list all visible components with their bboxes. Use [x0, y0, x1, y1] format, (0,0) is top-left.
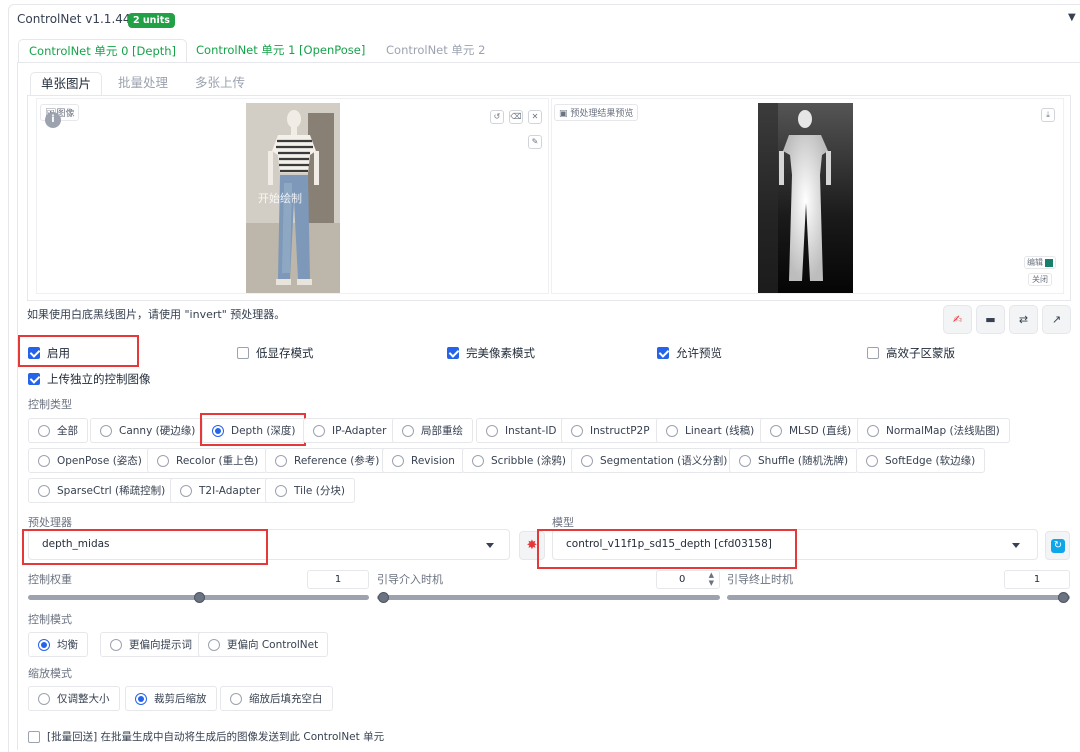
edit-button[interactable]: 编辑: [1024, 256, 1056, 269]
resize-mode-label: 缩放模式: [28, 667, 72, 680]
tab-batch[interactable]: 批量处理: [108, 72, 178, 96]
enable-checkbox[interactable]: 启用: [28, 345, 70, 361]
tab-multi-upload[interactable]: 多张上传: [185, 72, 255, 96]
highlight-depth: [200, 413, 306, 446]
control-type-option[interactable]: Reference (参考): [265, 448, 390, 473]
control-mode-option[interactable]: 更偏向提示词: [100, 632, 202, 657]
start-label: 引导介入时机: [377, 573, 443, 586]
control-type-option[interactable]: 全部: [28, 418, 88, 443]
control-type-option[interactable]: IP-Adapter: [303, 418, 397, 443]
control-type-option[interactable]: Revision: [382, 448, 465, 473]
tab-single-image[interactable]: 单张图片: [30, 72, 103, 96]
control-type-option[interactable]: Lineart (线稿): [656, 418, 765, 443]
control-type-label: 控制类型: [28, 398, 72, 411]
control-type-option[interactable]: InstructP2P: [561, 418, 660, 443]
preprocessor-label: 预处理器: [28, 516, 72, 529]
model-label: 模型: [552, 516, 574, 529]
low-vram-checkbox[interactable]: 低显存模式: [237, 345, 314, 361]
batch-loopback-checkbox[interactable]: [批量回送] 在批量生成中自动将生成后的图像发送到此 ControlNet 单元: [28, 729, 384, 744]
control-type-option[interactable]: Canny (硬边缘): [90, 418, 206, 443]
close-preview-button[interactable]: 关闭: [1028, 273, 1052, 286]
control-mode-option-selected[interactable]: 均衡: [28, 632, 88, 657]
send-icon[interactable]: ↗: [1042, 305, 1071, 334]
depth-preview-image: [758, 103, 853, 293]
invert-hint: 如果使用白底黑线图片，请使用 "invert" 预处理器。: [27, 308, 286, 321]
highlight-preprocessor: [22, 529, 268, 565]
tab-unit-2[interactable]: ControlNet 单元 2: [376, 39, 495, 63]
draw-hint: 开始绘制: [258, 192, 302, 205]
control-type-option[interactable]: NormalMap (法线贴图): [857, 418, 1010, 443]
refresh-icon: ↻: [1051, 539, 1065, 553]
paint-icon[interactable]: ✍: [943, 305, 972, 334]
brush-icon[interactable]: ✎: [528, 135, 542, 149]
color-swatch-icon: [1045, 258, 1053, 267]
undo-icon[interactable]: ↺: [490, 110, 504, 124]
resize-mode-option[interactable]: 缩放后填充空白: [220, 686, 333, 711]
pixel-perfect-checkbox[interactable]: 完美像素模式: [447, 345, 535, 361]
tab-unit-1[interactable]: ControlNet 单元 1 [OpenPose]: [186, 39, 375, 63]
close-icon[interactable]: ✕: [528, 110, 542, 124]
control-type-option[interactable]: SparseCtrl (稀疏控制): [28, 478, 176, 503]
camera-icon[interactable]: ▬: [976, 305, 1005, 334]
control-type-option[interactable]: 局部重绘: [392, 418, 473, 443]
control-type-option[interactable]: Shuffle (随机洗牌): [729, 448, 859, 473]
start-slider-handle[interactable]: [378, 592, 389, 603]
start-slider-track[interactable]: [377, 595, 720, 600]
control-type-option[interactable]: OpenPose (姿态): [28, 448, 152, 473]
preview-label: ▣ 预处理结果预览: [554, 104, 639, 121]
control-type-option[interactable]: Instant-ID: [476, 418, 567, 443]
stepper-icon[interactable]: ▲ ▼: [709, 571, 714, 587]
control-type-option[interactable]: Segmentation (语义分割): [571, 448, 738, 473]
highlight-model: [537, 529, 797, 569]
allow-preview-checkbox[interactable]: 允许预览: [657, 345, 722, 361]
weight-slider-handle[interactable]: [194, 592, 205, 603]
resize-mode-option[interactable]: 仅调整大小: [28, 686, 120, 711]
tab-unit-0[interactable]: ControlNet 单元 0 [Depth]: [18, 39, 188, 63]
end-label: 引导终止时机: [727, 573, 793, 586]
units-badge: 2 units: [128, 13, 175, 28]
start-input[interactable]: 0 ▲ ▼: [656, 570, 720, 589]
weight-input[interactable]: 1: [307, 570, 369, 589]
control-type-option[interactable]: Recolor (重上色): [147, 448, 269, 473]
end-slider-track[interactable]: [727, 595, 1070, 600]
chevron-down-icon: [486, 543, 494, 548]
efficient-mask-checkbox[interactable]: 高效子区蒙版: [867, 345, 955, 361]
upload-independent-checkbox[interactable]: 上传独立的控制图像: [28, 371, 151, 387]
control-type-option[interactable]: MLSD (直线): [760, 418, 862, 443]
control-type-option[interactable]: Tile (分块): [265, 478, 355, 503]
info-icon[interactable]: i: [45, 112, 61, 128]
control-mode-option[interactable]: 更偏向 ControlNet: [198, 632, 329, 657]
control-type-option[interactable]: T2I-Adapter: [170, 478, 271, 503]
eraser-icon[interactable]: ⌫: [509, 110, 523, 124]
chevron-down-icon: [1012, 543, 1020, 548]
end-slider-handle[interactable]: [1058, 592, 1069, 603]
resize-mode-option-selected[interactable]: 裁剪后缩放: [125, 686, 217, 711]
control-type-option[interactable]: Scribble (涂鸦): [462, 448, 576, 473]
controlnet-title: ControlNet v1.1.449: [17, 12, 139, 26]
swap-icon[interactable]: ⇄: [1009, 305, 1038, 334]
control-type-option[interactable]: SoftEdge (软边缘): [856, 448, 986, 473]
end-input[interactable]: 1: [1004, 570, 1070, 589]
weight-label: 控制权重: [28, 573, 72, 586]
refresh-button[interactable]: ↻: [1045, 531, 1070, 560]
collapse-icon[interactable]: ▼: [1068, 12, 1076, 23]
download-icon[interactable]: ⤓: [1041, 108, 1055, 122]
image-icon: ▣: [559, 109, 571, 119]
control-mode-label: 控制模式: [28, 613, 72, 626]
